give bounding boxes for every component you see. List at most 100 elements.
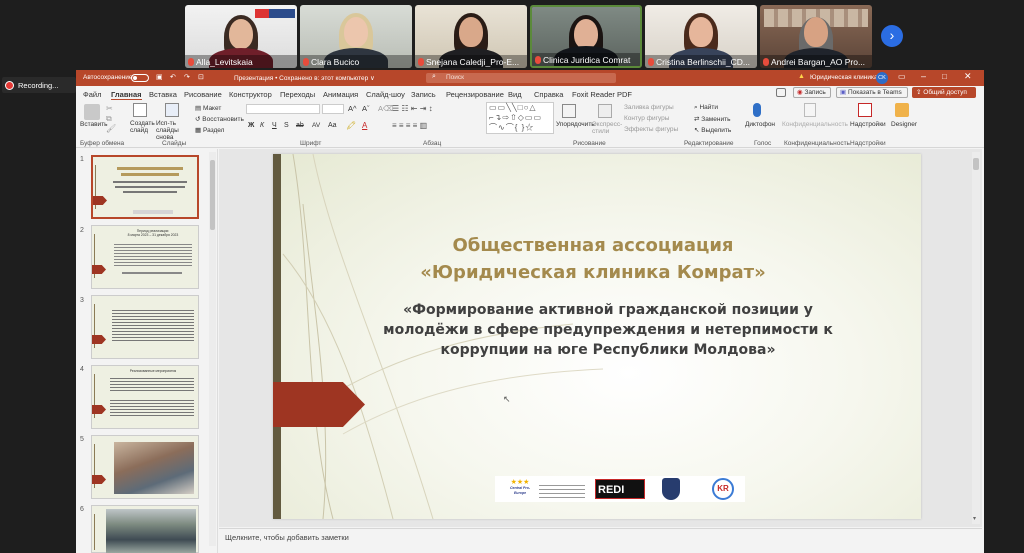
dictate-button[interactable]: Диктофон [745, 121, 775, 128]
thumbnail-scrollbar[interactable] [209, 152, 216, 546]
main-slide[interactable]: Общественная ассоциация «Юридическая кли… [273, 154, 921, 519]
change-case-button[interactable]: Aa [328, 122, 337, 129]
font-color-icon[interactable]: A [362, 121, 367, 130]
char-spacing-button[interactable]: AV [312, 122, 320, 129]
format-painter-icon[interactable]: 🖌 [106, 124, 116, 133]
reset-button[interactable]: ↺ Восстановить [195, 115, 244, 123]
shapes-gallery[interactable]: ▭▭╲╲□○△ ⌐↴⇨⇧◇▭▭ ⌒∿⌒{ }☆ [486, 102, 554, 134]
save-icon[interactable]: ▣ [156, 73, 163, 81]
maximize-icon[interactable]: □ [942, 72, 947, 81]
slide-title[interactable]: Общественная ассоциация «Юридическая кли… [393, 232, 793, 286]
strikethrough-button[interactable]: ab [296, 122, 304, 129]
sensitivity-icon[interactable] [804, 103, 816, 117]
participant-tile[interactable]: Andrei Bargan_AO Pro... [760, 5, 872, 68]
tab-file[interactable]: Файл [83, 90, 101, 99]
present-in-teams-button[interactable]: ▣ Показать в Teams [836, 87, 908, 98]
italic-button[interactable]: К [260, 122, 264, 129]
microphone-icon[interactable] [753, 103, 761, 117]
shape-fill-button[interactable]: Заливка фигуры [624, 104, 674, 111]
recording-indicator[interactable]: Recording... [2, 77, 76, 93]
tab-animations[interactable]: Анимация [323, 90, 358, 99]
slide-thumbnail-2[interactable]: Период реализации: 8 марта 2023 – 31 дек… [91, 225, 199, 289]
minimize-icon[interactable]: – [921, 71, 926, 81]
bold-button[interactable]: Ж [248, 122, 254, 129]
central-pro-europe-logo: ★★★ Central Pro-Europe [509, 479, 531, 495]
paste-icon[interactable] [84, 104, 100, 120]
participant-tile-active[interactable]: Clinica Juridica Comrat [530, 5, 642, 68]
new-slide-icon[interactable] [133, 103, 147, 117]
reuse-slides-icon[interactable] [165, 103, 179, 117]
tab-transitions[interactable]: Переходы [280, 90, 315, 99]
new-slide-button[interactable]: Создать слайд [130, 120, 156, 134]
select-button[interactable]: ↖ Выделить [694, 126, 731, 134]
document-title[interactable]: Презентация • Сохранено в: этот компьюте… [234, 74, 375, 82]
slide-thumbnail-3[interactable] [91, 295, 199, 359]
close-icon[interactable]: ✕ [964, 71, 972, 82]
tab-record[interactable]: Запись [411, 90, 436, 99]
copy-icon[interactable]: ⧉ [106, 114, 112, 124]
search-box[interactable]: ⌕ Поиск [426, 73, 616, 83]
slide-thumbnail-4[interactable]: Реализованные мероприятия [91, 365, 199, 429]
shape-outline-button[interactable]: Контур фигуры [624, 115, 669, 122]
present-from-start-icon[interactable]: ⊡ [198, 73, 204, 81]
slide-thumbnail-5[interactable] [91, 435, 199, 499]
replace-label: Заменить [701, 116, 731, 123]
highlight-icon[interactable]: 🖍 [346, 121, 356, 130]
font-size-select[interactable] [322, 104, 344, 114]
record-button[interactable]: ◉ Запись [793, 87, 831, 98]
designer-icon[interactable] [895, 103, 909, 117]
find-button[interactable]: ⌕ Найти [694, 104, 718, 112]
arrange-icon[interactable] [562, 104, 576, 118]
shadow-button[interactable]: S [284, 122, 289, 129]
arrange-button[interactable]: Упорядочить [556, 121, 595, 128]
ribbon-display-icon[interactable]: ▭ [898, 72, 906, 81]
designer-button[interactable]: Designer [891, 121, 917, 128]
quick-styles-button[interactable]: Экспресс-стили [592, 121, 622, 135]
tab-view[interactable]: Вид [508, 90, 522, 99]
participant-tile[interactable]: Alla_Levitskaia [185, 5, 297, 68]
user-avatar[interactable]: CK [876, 72, 888, 84]
find-label: Найти [699, 104, 719, 111]
comments-icon[interactable] [776, 88, 786, 97]
tab-design[interactable]: Конструктор [229, 90, 272, 99]
slide-scrollbar[interactable]: ▾ [972, 152, 980, 524]
group-drawing: Рисование [573, 140, 606, 147]
tab-review[interactable]: Рецензирование [446, 90, 504, 99]
slide-subtitle[interactable]: «Формирование активной гражданской позиц… [353, 300, 863, 360]
replace-button[interactable]: ⇄ Заменить [694, 115, 730, 123]
sensitivity-button[interactable]: Конфиденциальность [782, 121, 848, 128]
redo-icon[interactable]: ↷ [184, 73, 190, 81]
slide-thumbnail-6[interactable] [91, 505, 199, 553]
section-button[interactable]: ▦ Раздел [195, 126, 224, 134]
bullets-icon[interactable]: ☰ ☷ ⇤ ⇥ ↕ [392, 104, 433, 113]
tab-help[interactable]: Справка [534, 90, 563, 99]
next-participants-button[interactable]: › [881, 25, 903, 47]
shape-effects-button[interactable]: Эффекты фигуры [624, 126, 678, 133]
paste-button[interactable]: Вставить [80, 121, 108, 128]
participant-tile[interactable]: Cristina Berlinschii_CD... [645, 5, 757, 68]
layout-button[interactable]: ▤ Макет [195, 104, 221, 112]
share-button[interactable]: ⇪ Общий доступ [912, 87, 976, 98]
quick-styles-icon[interactable] [598, 104, 612, 118]
addins-button[interactable]: Надстройки [850, 121, 886, 128]
undo-icon[interactable]: ↶ [170, 73, 176, 81]
autosave-toggle[interactable] [131, 74, 149, 82]
tab-insert[interactable]: Вставка [149, 90, 177, 99]
underline-button[interactable]: Ч [272, 122, 277, 129]
slide-thumbnail-1[interactable] [91, 155, 199, 219]
participant-tile[interactable]: Clara Bucico [300, 5, 412, 68]
mic-muted-icon [303, 57, 309, 66]
addins-icon[interactable] [858, 103, 872, 117]
reuse-slides-button[interactable]: Исп-ть слайды снова [156, 120, 192, 141]
tab-foxit[interactable]: Foxit Reader PDF [572, 90, 632, 99]
tab-draw[interactable]: Рисование [184, 90, 222, 99]
cut-icon[interactable]: ✂ [106, 104, 113, 113]
participant-tile[interactable]: Snejana Caledji_Pro-E... [415, 5, 527, 68]
align-icon[interactable]: ≡ ≡ ≡ ≡ ▥ [392, 121, 427, 130]
font-name-select[interactable] [246, 104, 320, 114]
tab-slideshow[interactable]: Слайд-шоу [366, 90, 405, 99]
notes-placeholder[interactable]: Щелкните, чтобы добавить заметки [225, 533, 349, 542]
increase-font-icon[interactable]: A^ [348, 104, 357, 113]
decrease-font-icon[interactable]: Aˇ [362, 104, 370, 113]
notes-pane[interactable]: Щелкните, чтобы добавить заметки [219, 528, 982, 553]
